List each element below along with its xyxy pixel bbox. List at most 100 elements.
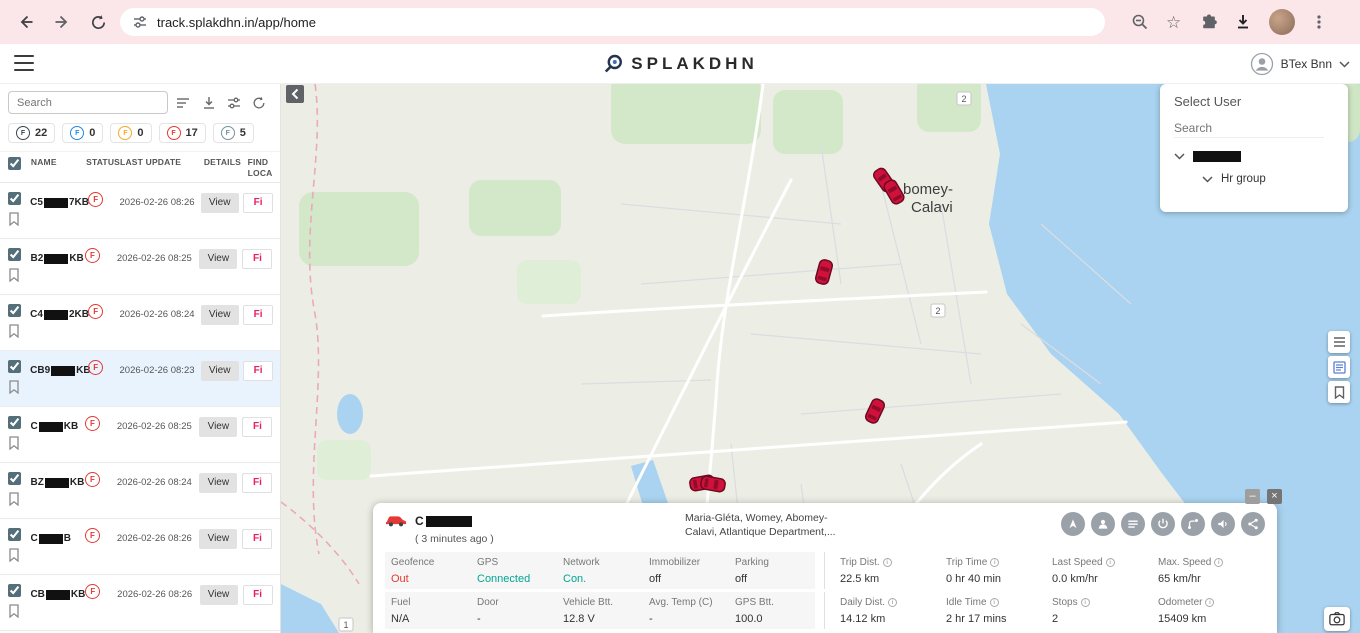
- view-button[interactable]: View: [200, 360, 239, 381]
- bookmark-icon[interactable]: [8, 492, 20, 507]
- zoom-icon[interactable]: [1131, 13, 1149, 31]
- row-checkbox[interactable]: [8, 192, 21, 206]
- view-button[interactable]: View: [199, 584, 238, 605]
- vehicle-name: B2 KB: [30, 253, 84, 265]
- row-checkbox[interactable]: [8, 472, 21, 486]
- vehicle-status-icon: F: [84, 416, 100, 432]
- bookmark-star-icon[interactable]: ☆: [1166, 14, 1181, 31]
- view-button[interactable]: View: [199, 416, 238, 437]
- status-chip[interactable]: F 0: [110, 123, 152, 143]
- stat-cell: Geofence Out: [385, 552, 471, 589]
- stat-value: N/A: [391, 613, 410, 625]
- downloads-icon[interactable]: [1234, 13, 1252, 31]
- vehicle-row[interactable]: BZ KB F 2026-02-26 08:24 View Fi: [0, 463, 280, 520]
- road-shield: 2: [956, 91, 972, 106]
- find-location-button[interactable]: Fi: [243, 360, 274, 381]
- map-place-label: bomey-: [903, 181, 953, 198]
- sidebar-collapse-button[interactable]: [286, 85, 304, 103]
- svg-text:2: 2: [935, 306, 940, 316]
- share-button[interactable]: [1241, 512, 1265, 536]
- view-button[interactable]: View: [200, 192, 239, 213]
- status-chips: F 22 F 0 F 0 F 17 F 5: [0, 118, 280, 151]
- vehicle-search-input[interactable]: [8, 91, 168, 114]
- info-icon[interactable]: i: [990, 558, 1000, 567]
- vehicle-row[interactable]: CB F 2026-02-26 08:26 View Fi: [0, 519, 280, 576]
- browser-profile-avatar[interactable]: [1269, 9, 1296, 35]
- stat-cell: GPS Btt. 100.0: [729, 592, 815, 629]
- row-checkbox[interactable]: [8, 248, 21, 262]
- find-location-button[interactable]: Fi: [243, 304, 274, 325]
- vehicle-row[interactable]: C5 7KB F 2026-02-26 08:26 View Fi: [0, 183, 280, 240]
- find-location-button[interactable]: Fi: [242, 472, 273, 493]
- bookmark-icon[interactable]: [8, 436, 20, 451]
- stat-label: Fuel: [391, 597, 411, 608]
- find-location-button[interactable]: Fi: [242, 416, 273, 437]
- user-tree-item[interactable]: [1174, 151, 1334, 162]
- user-menu[interactable]: BTex Bnn: [1250, 44, 1350, 84]
- browser-menu-kebab-icon[interactable]: [1312, 13, 1326, 31]
- navigate-button[interactable]: [1061, 512, 1085, 536]
- row-checkbox[interactable]: [8, 360, 21, 374]
- group-tree-item[interactable]: Hr group: [1202, 173, 1334, 185]
- extensions-icon[interactable]: [1198, 13, 1218, 32]
- find-location-button[interactable]: Fi: [243, 192, 274, 213]
- bookmark-icon[interactable]: [8, 604, 20, 619]
- route-button[interactable]: [1181, 512, 1205, 536]
- screenshot-button[interactable]: [1324, 607, 1350, 631]
- reload-button[interactable]: [84, 8, 112, 36]
- filter-tune-icon[interactable]: [227, 96, 241, 110]
- vehicle-row[interactable]: CB KB F 2026-02-26 08:26 View Fi: [0, 575, 280, 632]
- map-list-view-button[interactable]: [1328, 331, 1350, 353]
- info-icon[interactable]: i: [989, 598, 999, 607]
- info-icon[interactable]: i: [1205, 598, 1215, 607]
- panel-close-button[interactable]: ×: [1267, 489, 1282, 504]
- map-detail-list-button[interactable]: [1328, 356, 1350, 378]
- row-checkbox[interactable]: [8, 528, 21, 542]
- power-button[interactable]: [1151, 512, 1175, 536]
- status-chip[interactable]: F 22: [8, 123, 56, 143]
- status-chip[interactable]: F 0: [62, 123, 104, 143]
- forward-button[interactable]: [48, 8, 76, 36]
- view-button[interactable]: View: [199, 472, 238, 493]
- select-user-search-input[interactable]: [1174, 119, 1324, 138]
- bookmark-icon[interactable]: [8, 324, 20, 339]
- export-download-icon[interactable]: [202, 96, 216, 110]
- sort-list-icon[interactable]: [176, 96, 191, 110]
- back-button[interactable]: [12, 8, 40, 36]
- vehicle-row[interactable]: CB9 KB F 2026-02-26 08:23 View Fi: [0, 351, 280, 408]
- find-location-button[interactable]: Fi: [242, 248, 273, 269]
- view-button[interactable]: View: [199, 528, 238, 549]
- info-icon[interactable]: i: [1080, 598, 1090, 607]
- panel-minimize-button[interactable]: –: [1245, 489, 1260, 504]
- refresh-icon[interactable]: [252, 96, 266, 110]
- vehicle-row[interactable]: B2 KB F 2026-02-26 08:25 View Fi: [0, 239, 280, 296]
- horn-button[interactable]: [1211, 512, 1235, 536]
- status-chip[interactable]: F 5: [212, 123, 254, 143]
- select-all-checkbox[interactable]: [8, 157, 21, 170]
- view-button[interactable]: View: [200, 304, 239, 325]
- bookmark-icon[interactable]: [8, 268, 20, 283]
- vehicle-row[interactable]: C KB F 2026-02-26 08:25 View Fi: [0, 407, 280, 464]
- driver-button[interactable]: [1091, 512, 1115, 536]
- row-checkbox[interactable]: [8, 416, 21, 430]
- address-bar[interactable]: track.splakdhn.in/app/home: [120, 8, 1105, 36]
- find-location-button[interactable]: Fi: [242, 584, 273, 605]
- detail-action-buttons: [1061, 512, 1265, 536]
- info-icon[interactable]: i: [1105, 558, 1115, 567]
- trips-button[interactable]: [1121, 512, 1145, 536]
- row-checkbox[interactable]: [8, 304, 21, 318]
- status-chip[interactable]: F 17: [158, 123, 206, 143]
- view-button[interactable]: View: [199, 248, 238, 269]
- hamburger-menu-icon[interactable]: [14, 55, 34, 71]
- row-checkbox[interactable]: [8, 584, 21, 598]
- info-icon[interactable]: i: [882, 558, 892, 567]
- site-settings-icon[interactable]: [132, 14, 148, 30]
- info-icon[interactable]: i: [888, 598, 898, 607]
- vehicle-row[interactable]: C4 2KB F 2026-02-26 08:24 View Fi: [0, 295, 280, 352]
- bookmark-icon[interactable]: [8, 548, 20, 563]
- info-icon[interactable]: i: [1214, 558, 1224, 567]
- bookmark-icon[interactable]: [8, 380, 20, 395]
- map-bookmark-button[interactable]: [1328, 381, 1350, 403]
- bookmark-icon[interactable]: [8, 212, 20, 227]
- find-location-button[interactable]: Fi: [242, 528, 273, 549]
